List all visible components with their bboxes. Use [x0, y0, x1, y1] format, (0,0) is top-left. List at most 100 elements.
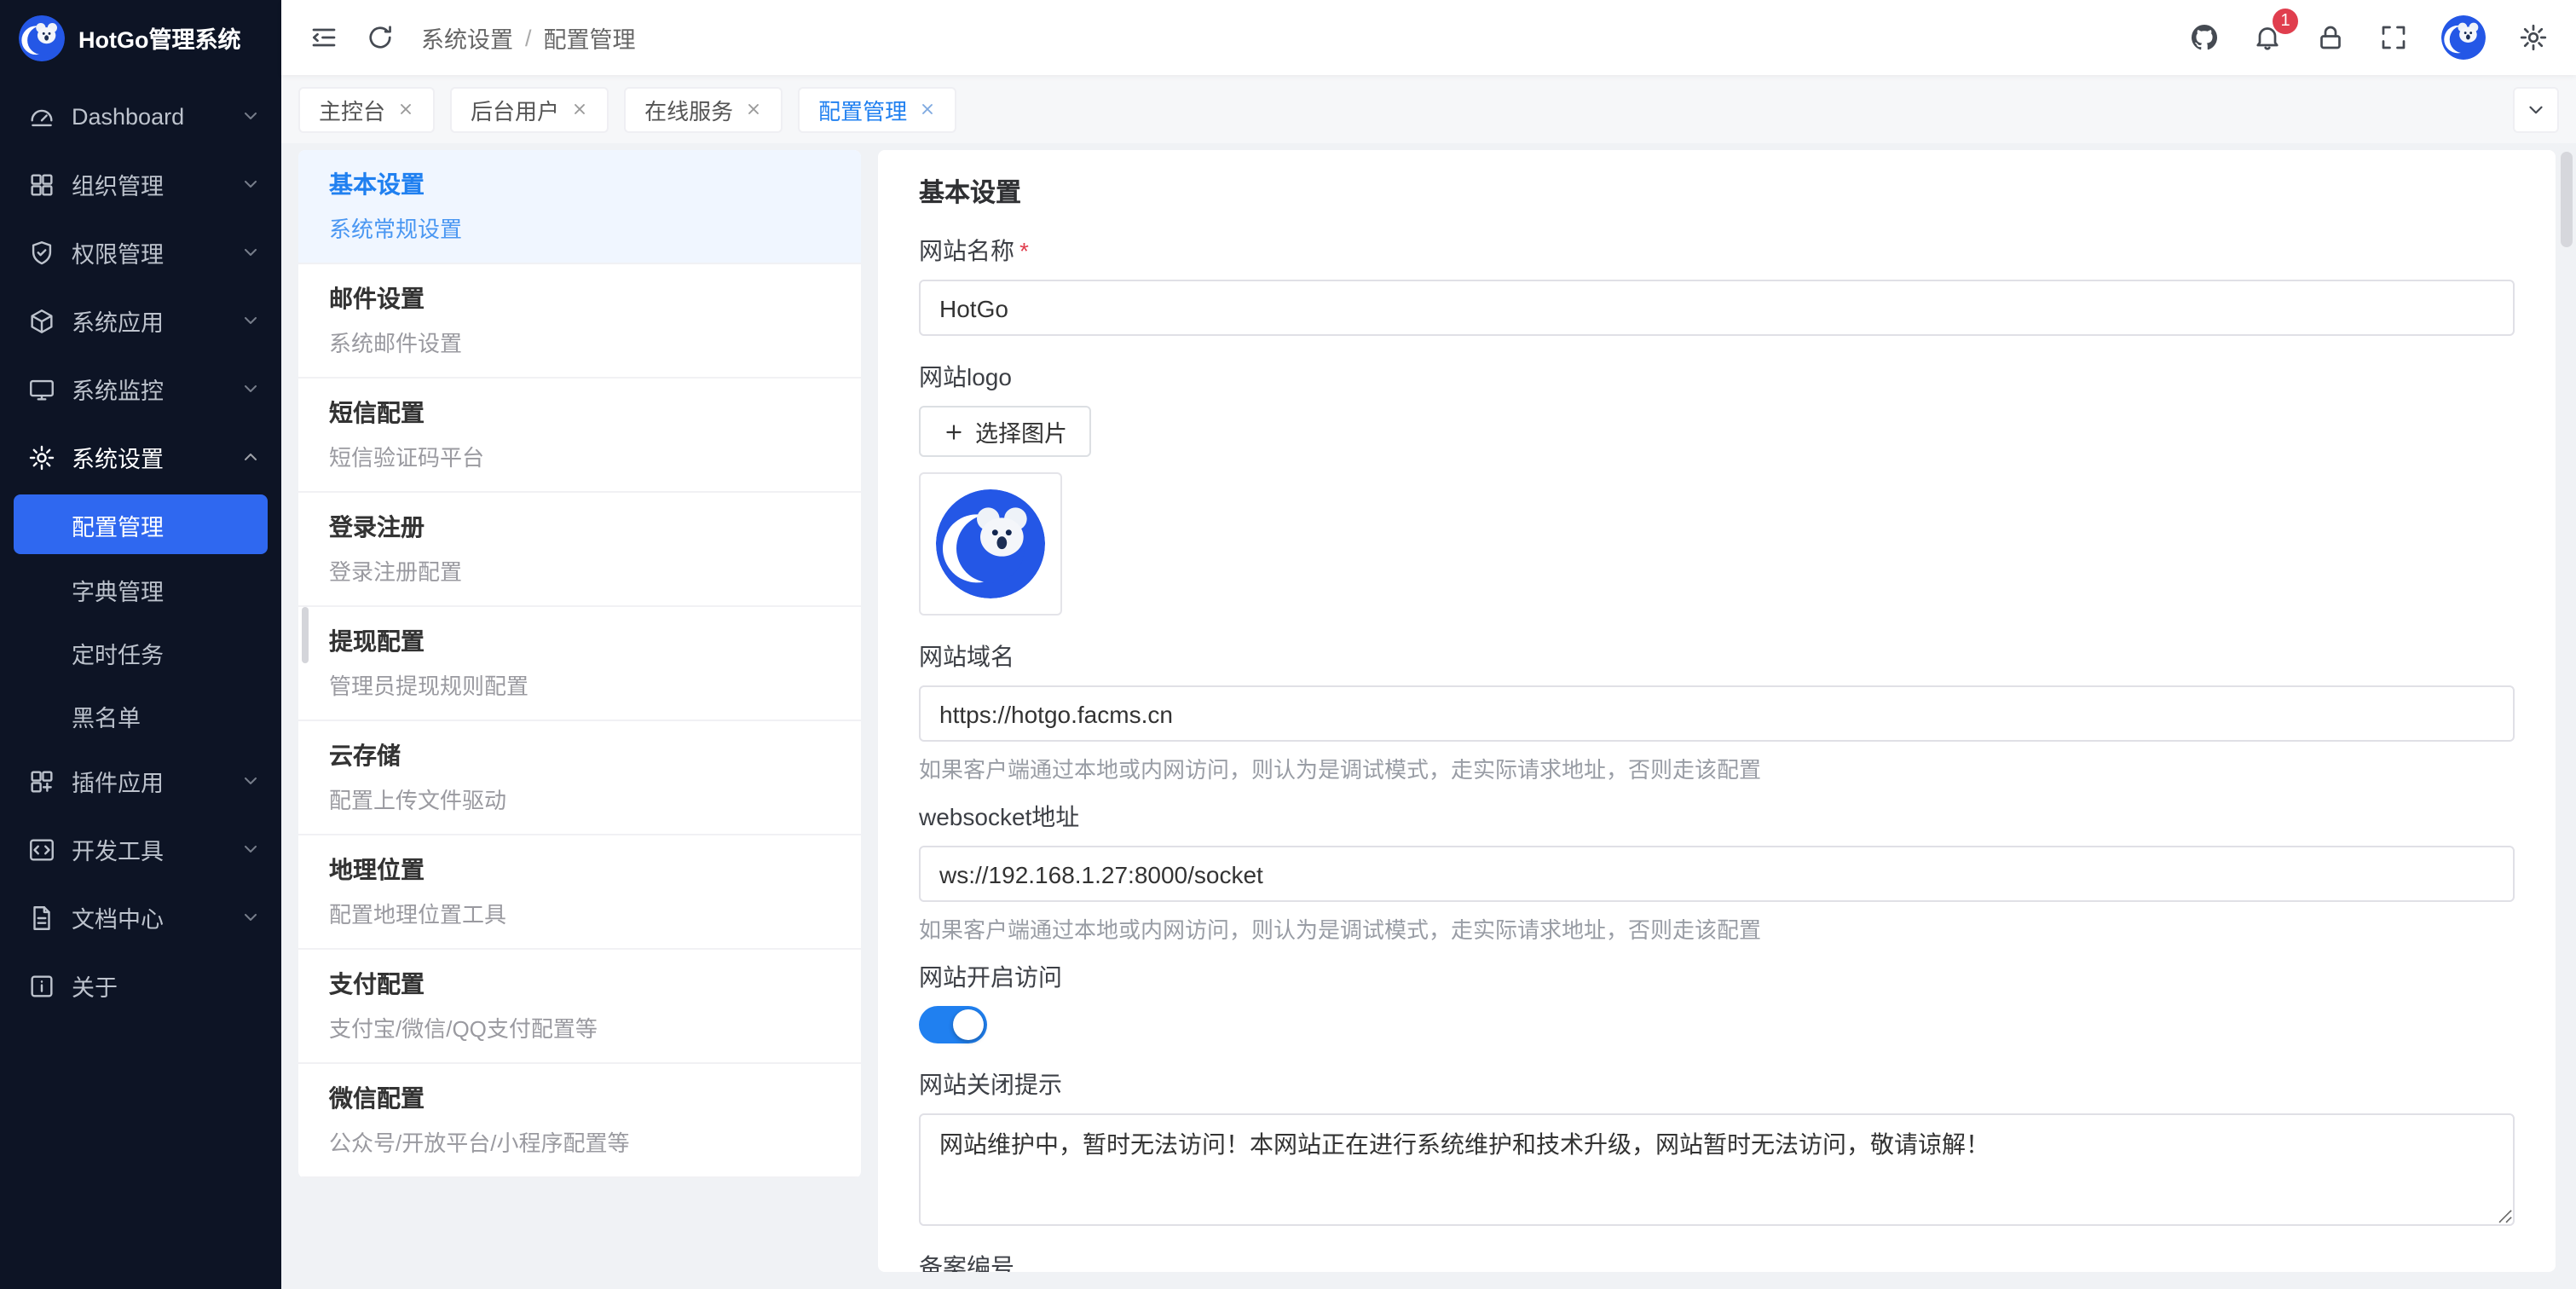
sidebar-item-dashboard[interactable]: Dashboard	[0, 82, 281, 150]
site-open-toggle[interactable]	[919, 1006, 987, 1043]
close-icon[interactable]	[919, 101, 936, 118]
tab-config-management[interactable]: 配置管理	[798, 86, 956, 132]
header-actions: 1	[2189, 15, 2549, 60]
sidebar-subitem-dictionary[interactable]: 字典管理	[0, 558, 281, 621]
required-asterisk: *	[1019, 237, 1029, 264]
lock-icon[interactable]	[2315, 22, 2346, 53]
hotgo-admin-app: HotGo管理系统 Dashboard 组织管理 权限管理 系统应用	[0, 0, 2576, 1289]
sidebar-item-label: 文档中心	[72, 900, 240, 934]
sidebar-item-label: 开发工具	[72, 832, 240, 866]
site-domain-input[interactable]	[919, 685, 2515, 742]
breadcrumb-separator: /	[525, 25, 532, 50]
site-name-input[interactable]	[919, 280, 2515, 336]
sidebar-item-label: Dashboard	[72, 103, 240, 129]
site-open-label: 网站开启访问	[919, 960, 2515, 994]
sidebar-subitem-cron[interactable]: 定时任务	[0, 621, 281, 684]
tab-label: 在线服务	[644, 93, 733, 125]
breadcrumb-current: 配置管理	[544, 20, 636, 55]
site-domain-label: 网站域名	[919, 639, 2515, 673]
sidebar-subitem-config[interactable]: 配置管理	[14, 494, 268, 554]
content-area: 基本设置 系统常规设置 邮件设置 系统邮件设置 短信配置 短信验证码平台 登录注…	[281, 143, 2576, 1289]
site-name-label: 网站名称 *	[919, 234, 2515, 268]
monitor-icon	[27, 374, 56, 403]
close-icon[interactable]	[745, 101, 762, 118]
sidebar-item-label: 关于	[72, 968, 261, 1003]
tab-dashboard[interactable]: 主控台	[298, 86, 435, 132]
sidebar-item-about[interactable]: 关于	[0, 951, 281, 1020]
site-domain-help: 如果客户端通过本地或内网访问，则认为是调试模式，走实际请求地址，否则走该配置	[919, 752, 2515, 784]
plus-icon	[943, 420, 965, 442]
tab-options-dropdown[interactable]	[2513, 86, 2559, 132]
notifications[interactable]: 1	[2252, 22, 2283, 53]
sidebar-subitem-label: 定时任务	[72, 635, 164, 669]
tab-label: 后台用户	[471, 93, 559, 125]
document-icon	[27, 903, 56, 932]
site-logo-image	[936, 489, 1045, 598]
close-tip-textarea[interactable]: 网站维护中，暂时无法访问！本网站正在进行系统维护和技术升级，网站暂时无法访问，敬…	[919, 1113, 2515, 1226]
settings-item-wechat[interactable]: 微信配置 公众号/开放平台/小程序配置等	[298, 1064, 861, 1178]
settings-item-geo[interactable]: 地理位置 配置地理位置工具	[298, 835, 861, 950]
site-logo-preview[interactable]	[919, 472, 1062, 616]
sidebar-item-label: 系统应用	[72, 303, 240, 338]
plugin-icon	[27, 766, 56, 795]
app-logo-row[interactable]: HotGo管理系统	[0, 0, 281, 75]
settings-gear-icon[interactable]	[2518, 22, 2549, 53]
scrollbar-thumb[interactable]	[302, 607, 309, 663]
dashboard-icon	[27, 101, 56, 130]
sidebar-item-permissions[interactable]: 权限管理	[0, 218, 281, 286]
sidebar-item-devtools[interactable]: 开发工具	[0, 815, 281, 883]
close-icon[interactable]	[397, 101, 414, 118]
gear-icon	[27, 442, 56, 471]
tab-label: 主控台	[319, 93, 385, 125]
chevron-down-icon	[240, 771, 261, 791]
scrollbar-thumb[interactable]	[2561, 152, 2573, 247]
settings-item-sms[interactable]: 短信配置 短信验证码平台	[298, 379, 861, 493]
toggle-knob	[953, 1009, 984, 1040]
settings-item-login[interactable]: 登录注册 登录注册配置	[298, 493, 861, 607]
chevron-down-icon	[240, 379, 261, 399]
sidebar-item-system-settings[interactable]: 系统设置	[0, 423, 281, 491]
app-logo-icon	[19, 14, 65, 61]
chevron-up-icon	[240, 447, 261, 467]
sidebar-item-docs[interactable]: 文档中心	[0, 883, 281, 951]
sidebar: HotGo管理系统 Dashboard 组织管理 权限管理 系统应用	[0, 0, 281, 1289]
settings-category-card: 基本设置 系统常规设置 邮件设置 系统邮件设置 短信配置 短信验证码平台 登录注…	[298, 150, 861, 1178]
sidebar-item-label: 系统监控	[72, 372, 240, 406]
refresh-icon[interactable]	[365, 22, 396, 53]
notification-badge: 1	[2273, 9, 2298, 34]
user-avatar[interactable]	[2441, 15, 2486, 60]
grid-icon	[27, 170, 56, 199]
breadcrumb-parent[interactable]: 系统设置	[421, 20, 513, 55]
cube-icon	[27, 306, 56, 335]
settings-item-withdraw[interactable]: 提现配置 管理员提现规则配置	[298, 607, 861, 721]
sidebar-item-plugins[interactable]: 插件应用	[0, 747, 281, 815]
chevron-down-icon	[240, 839, 261, 859]
close-icon[interactable]	[571, 101, 588, 118]
tab-label: 配置管理	[818, 93, 907, 125]
sidebar-subitem-label: 黑名单	[72, 698, 141, 732]
settings-item-email[interactable]: 邮件设置 系统邮件设置	[298, 264, 861, 379]
settings-item-payment[interactable]: 支付配置 支付宝/微信/QQ支付配置等	[298, 950, 861, 1064]
chevron-down-icon	[240, 310, 261, 331]
breadcrumb: 系统设置 / 配置管理	[421, 20, 636, 55]
settings-item-basic[interactable]: 基本设置 系统常规设置	[298, 150, 861, 264]
settings-item-cloud-storage[interactable]: 云存储 配置上传文件驱动	[298, 721, 861, 835]
chevron-down-icon	[240, 907, 261, 928]
sidebar-item-label: 插件应用	[72, 764, 240, 798]
pick-image-button[interactable]: 选择图片	[919, 406, 1091, 457]
shield-icon	[27, 238, 56, 267]
websocket-input[interactable]	[919, 846, 2515, 902]
sidebar-item-organization[interactable]: 组织管理	[0, 150, 281, 218]
sidebar-subitem-blacklist[interactable]: 黑名单	[0, 684, 281, 747]
sidebar-menu: Dashboard 组织管理 权限管理 系统应用 系统监控	[0, 75, 281, 1289]
fullscreen-icon[interactable]	[2378, 22, 2409, 53]
chevron-down-icon	[240, 174, 261, 194]
app-title: HotGo管理系统	[78, 20, 241, 55]
tab-admin-users[interactable]: 后台用户	[450, 86, 609, 132]
github-icon[interactable]	[2189, 22, 2220, 53]
sidebar-collapse-icon[interactable]	[309, 22, 339, 53]
sidebar-item-system-apps[interactable]: 系统应用	[0, 286, 281, 355]
tab-online-service[interactable]: 在线服务	[624, 86, 783, 132]
sidebar-item-label: 组织管理	[72, 167, 240, 201]
sidebar-item-monitoring[interactable]: 系统监控	[0, 355, 281, 423]
